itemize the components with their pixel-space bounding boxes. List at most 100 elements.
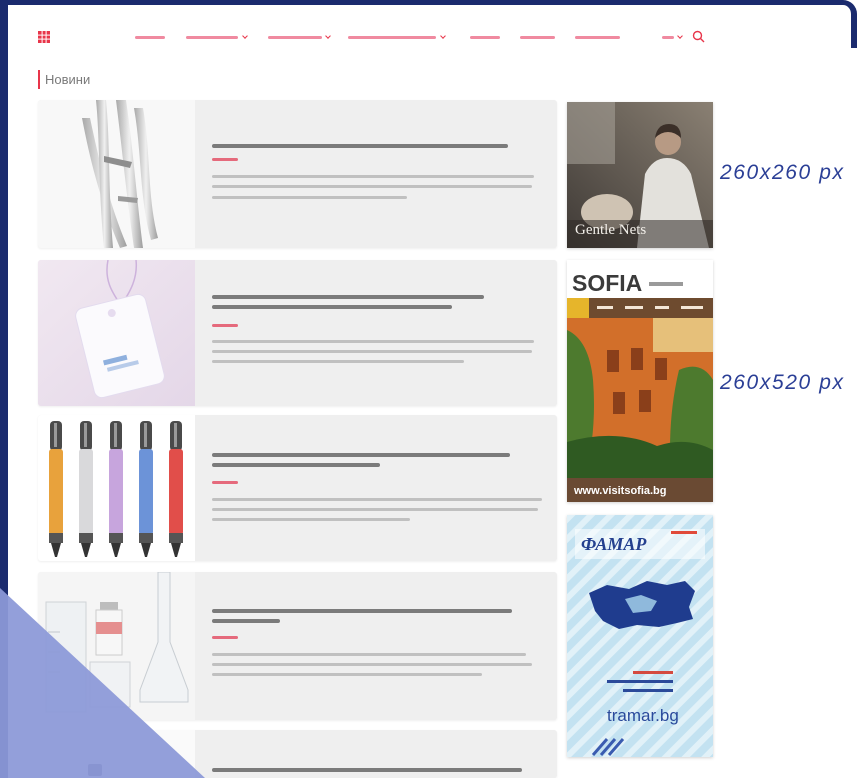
news-thumbnail[interactable]: [38, 100, 195, 248]
news-text: [212, 260, 557, 406]
news-thumbnail[interactable]: [38, 260, 195, 406]
chevron-down-icon: [242, 33, 248, 39]
grid-icon-fill: [38, 31, 50, 43]
headline-text-line[interactable]: [212, 463, 380, 467]
building-window: [613, 392, 625, 414]
news-text: [212, 572, 557, 720]
building-window: [607, 350, 619, 372]
grid-icon-line: [38, 38, 50, 40]
headline-text-line[interactable]: [212, 768, 522, 772]
ad-brand-logo: ФАМАР: [581, 534, 647, 554]
news-text: [212, 415, 557, 561]
excerpt-text-line: [212, 175, 534, 178]
nav-item-3[interactable]: [268, 30, 332, 44]
nav-item-2[interactable]: [186, 30, 248, 44]
language-label: [662, 36, 674, 39]
grid-icon-line: [45, 31, 47, 43]
ad-banner-tall-famar[interactable]: ФАМАР tramar.bg: [567, 515, 713, 757]
headline-text-line[interactable]: [212, 295, 484, 299]
search-icon-handle: [700, 38, 705, 43]
date-text-line: [212, 324, 238, 327]
excerpt-text-line: [212, 350, 532, 353]
ad-menu-label: [625, 306, 643, 309]
ad-sofia-artwork: SOFIA www.visitsofia.bg: [567, 260, 713, 502]
pen-lilac: [109, 421, 123, 557]
grid-icon-line: [38, 34, 50, 36]
language-switcher[interactable]: [662, 30, 683, 44]
excerpt-text-line: [212, 498, 542, 501]
headline-text-line[interactable]: [212, 144, 508, 148]
nav-item-7[interactable]: [575, 30, 621, 44]
excerpt-text-line: [212, 653, 526, 656]
ad-headline: Gentle Nets: [575, 222, 646, 238]
nav-item-label: [470, 36, 500, 39]
chevron-down-icon: [677, 33, 683, 39]
pen-highlight: [54, 423, 57, 447]
grid-icon: [38, 31, 50, 43]
headline-text-line[interactable]: [212, 619, 280, 623]
nav-item-6[interactable]: [520, 30, 556, 44]
pen-body: [109, 449, 123, 535]
pen-body: [79, 449, 93, 535]
nav-item-4[interactable]: [348, 30, 446, 44]
ad-brand: SOFIA: [572, 270, 642, 296]
date-text-line: [212, 636, 238, 639]
section-title-accent: [38, 70, 40, 89]
news-card[interactable]: [38, 100, 557, 248]
ad-size-annotation-tall: 260x520 px: [720, 371, 845, 394]
excerpt-text-line: [212, 340, 534, 343]
news-thumbnail[interactable]: [38, 415, 195, 561]
excerpt-text-line: [212, 185, 532, 188]
pen-grip: [109, 533, 123, 543]
excerpt-text-line: [212, 663, 532, 666]
pen-highlight: [144, 423, 147, 447]
nav-item-label: [348, 36, 436, 39]
headline-text-line[interactable]: [212, 305, 452, 309]
ad-banner-square[interactable]: Gentle Nets: [567, 102, 713, 248]
nav-item-5[interactable]: [470, 30, 500, 44]
pen-highlight: [174, 423, 177, 447]
chevron-down-icon: [325, 33, 331, 39]
news-text: [212, 730, 557, 778]
ad-banner-tall-sofia[interactable]: SOFIA www.visitsofia.bg: [567, 260, 713, 502]
pen-grip: [49, 533, 63, 543]
headline-text-line[interactable]: [212, 453, 510, 457]
dental-instruments-photo: [38, 100, 195, 248]
ad-menu-label: [655, 306, 669, 309]
nav-item-label: [575, 36, 620, 39]
pen-body: [169, 449, 183, 535]
date-text-line: [212, 158, 238, 161]
decorative-triangle-overlay: [0, 588, 205, 778]
nav-item-label: [520, 36, 555, 39]
ad-tagline-line: [649, 282, 683, 286]
ad-menu-label: [597, 306, 613, 309]
excerpt-text-line: [212, 196, 407, 199]
nav-item-1[interactable]: [135, 30, 167, 44]
news-card[interactable]: [38, 415, 557, 561]
pen-grip: [169, 533, 183, 543]
news-text: [212, 100, 557, 248]
headline-text-line[interactable]: [212, 609, 512, 613]
section-title: Новини: [45, 72, 91, 87]
date-text-line: [212, 481, 238, 484]
chevron-down-icon: [440, 33, 446, 39]
grid-icon-line: [41, 31, 43, 43]
pen-silver: [79, 421, 93, 557]
ad-famar-artwork: ФАМАР tramar.bg: [567, 515, 713, 757]
building-window: [631, 348, 643, 370]
pen-blue: [139, 421, 153, 557]
site-logo[interactable]: [38, 30, 50, 43]
building-window: [639, 390, 651, 412]
pen-highlight: [114, 423, 117, 447]
ad-vet-photo: Gentle Nets: [567, 102, 713, 248]
ad-menu-label: [681, 306, 703, 309]
search-button[interactable]: [692, 30, 705, 43]
ad-menu-highlight: [567, 298, 589, 318]
pen-grip: [139, 533, 153, 543]
pen-red: [169, 421, 183, 557]
pen-orange: [49, 421, 63, 557]
news-card[interactable]: [38, 260, 557, 406]
ad-url: www.visitsofia.bg: [573, 485, 667, 497]
ad-text-line: [607, 680, 673, 683]
pen-grip: [79, 533, 93, 543]
